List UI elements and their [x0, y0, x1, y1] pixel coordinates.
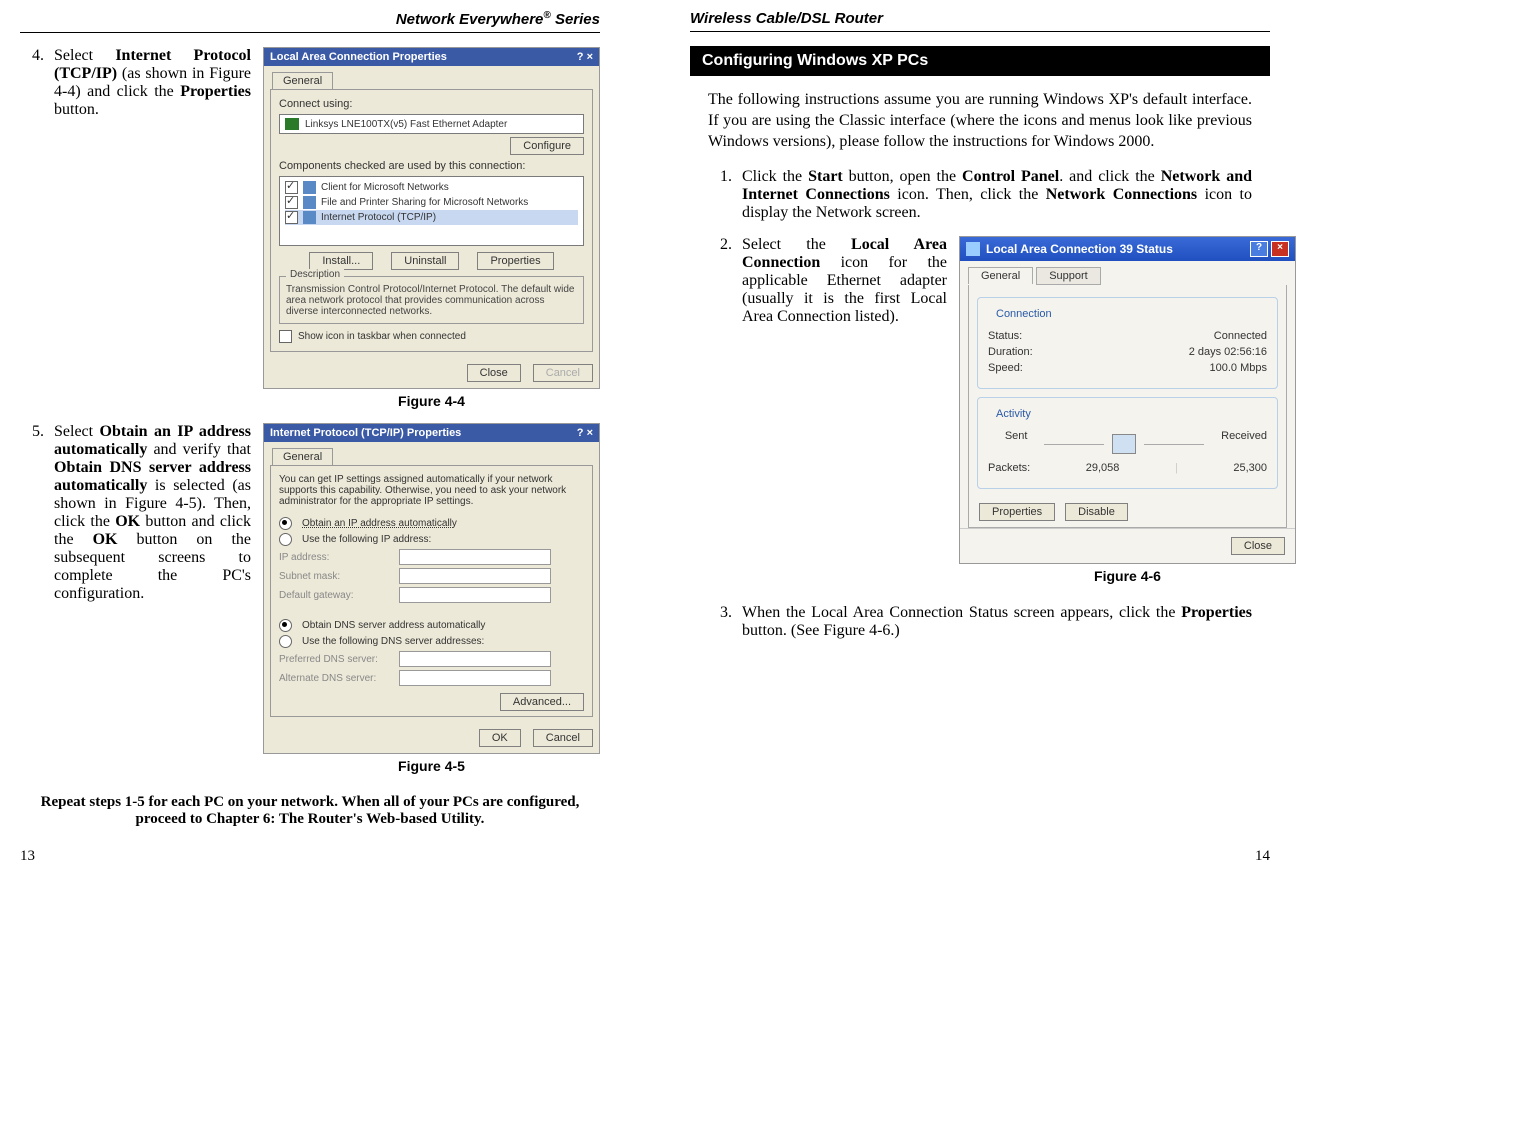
- step5-row: 5. Select Obtain an IP address automatic…: [20, 423, 600, 788]
- step2-text: Select the Local Area Connection icon fo…: [742, 236, 947, 586]
- show-icon-checkbox[interactable]: [279, 330, 292, 343]
- activity-group: Activity SentReceived Packets:29,058|25,…: [977, 397, 1278, 489]
- cancel-button: Cancel: [533, 364, 593, 382]
- step-3: 3. When the Local Area Connection Status…: [708, 604, 1252, 640]
- help-close-icon[interactable]: ? ×: [577, 427, 593, 439]
- fig45-titlebar: Internet Protocol (TCP/IP) Properties ? …: [264, 424, 599, 442]
- fig44-tab-general[interactable]: General: [272, 72, 333, 89]
- fig45-intro: You can get IP settings assigned automat…: [279, 474, 584, 507]
- left-header: Network Everywhere® Series: [20, 10, 600, 33]
- left-page: Network Everywhere® Series 4. Select Int…: [20, 10, 600, 865]
- connection-icon: [966, 242, 980, 256]
- figure-4-4-wrap: Local Area Connection Properties ? × Gen…: [263, 47, 600, 423]
- alt-dns-field: [399, 670, 551, 686]
- pref-dns-field: [399, 651, 551, 667]
- fig45-body: You can get IP settings assigned automat…: [270, 465, 593, 717]
- fig46-title: Local Area Connection 39 Status: [986, 242, 1173, 256]
- xp-intro: The following instructions assume you ar…: [708, 90, 1252, 152]
- close-button[interactable]: Close: [467, 364, 521, 382]
- step3-num: 3.: [708, 604, 732, 640]
- checkbox-icon[interactable]: [285, 196, 298, 209]
- fig45-tab-general[interactable]: General: [272, 448, 333, 465]
- tab-general[interactable]: General: [968, 267, 1033, 284]
- step-4: 4. Select Internet Protocol (TCP/IP) (as…: [20, 47, 251, 411]
- figure-4-6-wrap: Local Area Connection 39 Status ? × Gene…: [959, 236, 1296, 598]
- step1-text: Click the Start button, open the Control…: [742, 168, 1252, 222]
- connect-using-label: Connect using:: [279, 98, 584, 110]
- monitor-icon: [1112, 434, 1136, 454]
- subnet-field: [399, 568, 551, 584]
- radio-use-dns[interactable]: [279, 635, 292, 648]
- description-box: Description Transmission Control Protoco…: [279, 276, 584, 324]
- right-page: Wireless Cable/DSL Router Configuring Wi…: [690, 10, 1270, 865]
- install-button[interactable]: Install...: [309, 252, 373, 270]
- properties-button[interactable]: Properties: [477, 252, 553, 270]
- step-1: 1. Click the Start button, open the Cont…: [708, 168, 1252, 222]
- figure-4-5: Internet Protocol (TCP/IP) Properties ? …: [263, 423, 600, 754]
- close-icon[interactable]: ×: [1271, 241, 1289, 257]
- components-list[interactable]: Client for Microsoft Networks File and P…: [279, 176, 584, 246]
- fig46-caption: Figure 4-6: [959, 568, 1296, 584]
- figure-4-5-wrap: Internet Protocol (TCP/IP) Properties ? …: [263, 423, 600, 788]
- right-page-number: 14: [690, 828, 1270, 865]
- checkbox-icon[interactable]: [285, 181, 298, 194]
- fig45-caption: Figure 4-5: [263, 758, 600, 774]
- step5-num: 5.: [20, 423, 44, 776]
- gateway-field: [399, 587, 551, 603]
- step3-text: When the Local Area Connection Status sc…: [742, 604, 1252, 640]
- radio-use-ip[interactable]: [279, 533, 292, 546]
- figure-4-6: Local Area Connection 39 Status ? × Gene…: [959, 236, 1296, 564]
- adapter-field: Linksys LNE100TX(v5) Fast Ethernet Adapt…: [279, 114, 584, 134]
- nic-icon: [285, 118, 299, 130]
- cancel-button[interactable]: Cancel: [533, 729, 593, 747]
- step-5: 5. Select Obtain an IP address automatic…: [20, 423, 251, 776]
- fig46-titlebar: Local Area Connection 39 Status ? ×: [960, 237, 1295, 261]
- step-2: 2. Select the Local Area Connection icon…: [708, 236, 947, 586]
- step5-text: Select Obtain an IP address automaticall…: [54, 423, 251, 776]
- share-icon: [303, 196, 316, 209]
- adapter-name: Linksys LNE100TX(v5) Fast Ethernet Adapt…: [305, 119, 507, 130]
- uninstall-button[interactable]: Uninstall: [391, 252, 459, 270]
- step4-row: 4. Select Internet Protocol (TCP/IP) (as…: [20, 47, 600, 423]
- client-icon: [303, 181, 316, 194]
- advanced-button[interactable]: Advanced...: [500, 693, 584, 711]
- fig44-titlebar: Local Area Connection Properties ? ×: [264, 48, 599, 66]
- right-header: Wireless Cable/DSL Router: [690, 10, 1270, 32]
- disable-button[interactable]: Disable: [1065, 503, 1128, 521]
- fig44-caption: Figure 4-4: [263, 393, 600, 409]
- fig45-title: Internet Protocol (TCP/IP) Properties: [270, 427, 461, 439]
- step4-text: Select Internet Protocol (TCP/IP) (as sh…: [54, 47, 251, 411]
- connection-group: Connection Status:Connected Duration:2 d…: [977, 297, 1278, 389]
- step2-num: 2.: [708, 236, 732, 586]
- figure-4-4: Local Area Connection Properties ? × Gen…: [263, 47, 600, 389]
- properties-button[interactable]: Properties: [979, 503, 1055, 521]
- section-title: Configuring Windows XP PCs: [690, 46, 1270, 76]
- help-close-icon[interactable]: ? ×: [577, 51, 593, 63]
- repeat-note: Repeat steps 1-5 for each PC on your net…: [20, 794, 600, 828]
- close-button[interactable]: Close: [1231, 537, 1285, 555]
- ip-address-field: [399, 549, 551, 565]
- configure-button[interactable]: Configure: [510, 137, 584, 155]
- step1-num: 1.: [708, 168, 732, 222]
- step4-num: 4.: [20, 47, 44, 411]
- left-page-number: 13: [20, 828, 600, 865]
- radio-obtain-dns[interactable]: [279, 619, 292, 632]
- fig44-body: Connect using: Linksys LNE100TX(v5) Fast…: [270, 89, 593, 352]
- fig46-body: General Support Connection Status:Connec…: [960, 261, 1295, 563]
- fig44-title: Local Area Connection Properties: [270, 51, 447, 63]
- components-label: Components checked are used by this conn…: [279, 160, 584, 172]
- step2-row: 2. Select the Local Area Connection icon…: [708, 236, 1270, 598]
- tab-support[interactable]: Support: [1036, 267, 1101, 285]
- ok-button[interactable]: OK: [479, 729, 521, 747]
- protocol-icon: [303, 211, 316, 224]
- help-icon[interactable]: ?: [1250, 241, 1268, 257]
- radio-obtain-ip[interactable]: [279, 517, 292, 530]
- checkbox-icon[interactable]: [285, 211, 298, 224]
